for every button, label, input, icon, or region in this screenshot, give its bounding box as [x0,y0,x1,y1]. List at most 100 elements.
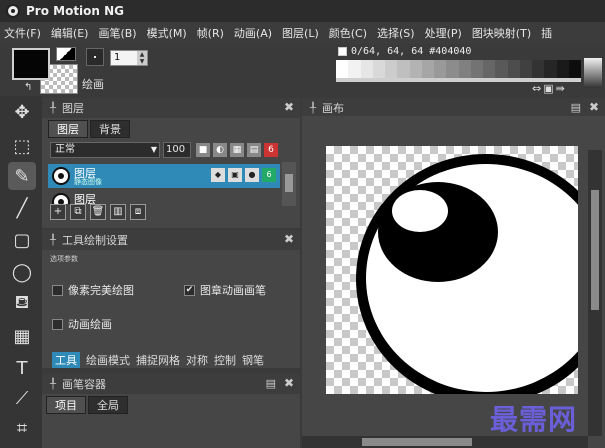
palette-swatch[interactable] [434,60,447,78]
color-palette[interactable] [336,60,581,78]
lock-icon[interactable]: ■ [196,143,210,157]
tab-tool[interactable]: 工具 [52,352,80,368]
palette-gradient-strip[interactable] [584,58,602,88]
tab-layers[interactable]: 图层 [48,120,88,138]
crop-tool-icon[interactable]: ⌗ [8,414,36,442]
brush-tool-icon[interactable]: ✎ [8,162,36,190]
frame-icon[interactable]: ▣ [228,168,242,182]
option-stamp-anim-brush[interactable]: ✔ 图章动画画笔 [184,282,266,298]
move-tool-icon[interactable]: ✥ [8,98,36,126]
palette-swatch[interactable] [470,60,483,78]
brush-size-stepper[interactable]: 1 ▲ ▼ [110,50,148,66]
canvas-vertical-scrollbar[interactable] [588,150,602,436]
palette-swatch[interactable] [507,60,520,78]
palette-swatch[interactable] [544,60,557,78]
trash-icon[interactable]: 🗑 [90,204,106,220]
menu-tilemap[interactable]: 图块映射(T) [472,25,531,41]
close-icon[interactable]: ✖ [284,376,294,390]
effect-icon[interactable]: ● [245,168,259,182]
menu-color[interactable]: 颜色(C) [329,25,367,41]
palette-swatch[interactable] [483,60,496,78]
blend-mode-select[interactable]: 正常 ▼ [50,142,160,158]
tab-paint-mode[interactable]: 绘画模式 [86,352,130,368]
brush-preview-icon[interactable] [86,48,104,66]
palette-swatch[interactable] [372,60,385,78]
selection-tool-icon[interactable]: ⬚ [8,132,36,160]
close-icon[interactable]: ✖ [284,232,294,246]
menu-frame[interactable]: 帧(R) [197,25,224,41]
palette-swatch[interactable] [495,60,508,78]
fill-tool-icon[interactable]: ⛾ [8,290,36,318]
visibility-icon[interactable]: ◆ [211,168,225,182]
clear-layer-icon[interactable]: ▥ [110,204,126,220]
duplicate-layer-icon[interactable]: ⧉ [70,204,86,220]
layer-badge-icon[interactable]: 6 [262,168,276,182]
tab-pen[interactable]: 钢笔 [242,352,264,368]
swap-colors-icon[interactable]: ↰ [24,82,32,93]
close-icon[interactable]: ✖ [589,100,599,114]
properties-icon[interactable]: ▤ [247,143,261,157]
palette-swatch[interactable] [397,60,410,78]
transparency-icon[interactable]: ▦ [230,143,244,157]
rectangle-tool-icon[interactable]: ▢ [8,226,36,254]
opacity-input[interactable]: 100 [163,142,191,158]
palette-swatch[interactable] [458,60,471,78]
menu-process[interactable]: 处理(P) [425,25,462,41]
tab-control[interactable]: 控制 [214,352,236,368]
new-layer-icon[interactable]: + [50,204,66,220]
menu-animation[interactable]: 动画(A) [234,25,272,41]
list-view-icon[interactable]: ▤ [266,377,276,390]
close-icon[interactable]: ✖ [284,100,294,114]
menu-mode[interactable]: 模式(M) [147,25,187,41]
default-colors-icon[interactable] [56,47,76,61]
tab-symmetry[interactable]: 对称 [186,352,208,368]
gradient-tool-icon[interactable]: ▦ [8,322,36,350]
circle-tool-icon[interactable]: ◯ [8,258,36,286]
menu-edit[interactable]: 编辑(E) [51,25,89,41]
pin-icon[interactable]: ╀ [50,235,56,246]
mask-icon[interactable]: ◐ [213,143,227,157]
eyedropper-tool-icon[interactable]: ⟋ [8,384,36,412]
palette-tools-icon[interactable]: ⇔▣⇛ [532,82,567,95]
menu-file[interactable]: 文件(F) [4,25,41,41]
menu-plugin[interactable]: 插 [541,25,552,41]
palette-swatch[interactable] [336,60,349,78]
foreground-color-swatch[interactable] [12,48,50,80]
badge-icon[interactable]: 6 [264,143,278,157]
palette-swatch[interactable] [421,60,434,78]
tab-background[interactable]: 背景 [90,120,130,138]
palette-swatch[interactable] [532,60,545,78]
merge-layer-icon[interactable]: ⧈ [130,204,146,220]
palette-swatch[interactable] [519,60,532,78]
option-pixel-perfect[interactable]: 像素完美绘图 [52,282,134,298]
menu-select[interactable]: 选择(S) [377,25,415,41]
checkbox-checked[interactable]: ✔ [184,284,195,296]
palette-swatch[interactable] [446,60,459,78]
pin-icon[interactable]: ╀ [50,103,56,114]
list-view-icon[interactable]: ▤ [571,101,581,114]
menu-layer[interactable]: 图层(L) [282,25,319,41]
palette-swatch[interactable] [556,60,569,78]
text-tool-icon[interactable]: T [8,354,36,382]
layer-row[interactable]: 图层 [48,190,280,204]
checkbox[interactable] [52,284,63,296]
pin-icon[interactable]: ╀ [310,103,316,114]
checkbox[interactable] [52,318,63,330]
drawing-canvas[interactable] [326,146,578,394]
color-checkbox[interactable] [338,47,347,56]
palette-swatch[interactable] [385,60,398,78]
layer-row[interactable]: 图层 静态图像 ◆ ▣ ● 6 [48,164,280,188]
pencil-tool-icon[interactable]: ╱ [8,194,36,222]
tab-global[interactable]: 全局 [88,396,128,414]
menu-brush[interactable]: 画笔(B) [98,25,136,41]
palette-swatch[interactable] [360,60,373,78]
pin-icon[interactable]: ╀ [50,379,56,390]
palette-swatch[interactable] [348,60,361,78]
stepper-arrows-icon[interactable]: ▲ ▼ [137,51,147,65]
option-anim-paint[interactable]: 动画绘画 [52,316,112,332]
tab-snap-grid[interactable]: 捕捉网格 [136,352,180,368]
palette-swatch[interactable] [409,60,422,78]
tab-project[interactable]: 项目 [46,396,86,414]
layers-scrollbar[interactable] [282,162,296,206]
palette-swatch[interactable] [568,60,581,78]
